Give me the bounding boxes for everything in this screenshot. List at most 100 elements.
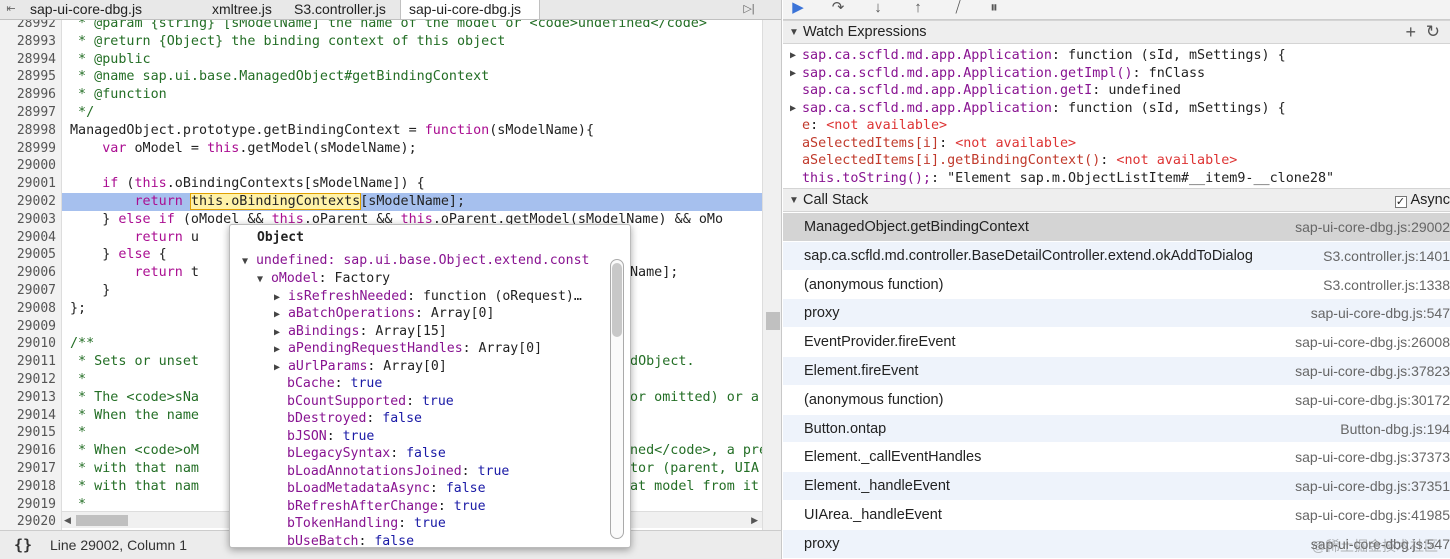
call-frame[interactable]: UIArea._handleEvent sap-ui-core-dbg.js:41…	[783, 501, 1450, 530]
expanded-triangle-icon[interactable]: ▼	[257, 274, 263, 285]
pause-on-exceptions-icon[interactable]: ⏸	[983, 0, 1005, 18]
watch-expression-row[interactable]: ▶ sap.ca.scfld.md.app.Application.getImpl…	[783, 65, 1450, 83]
line-number[interactable]: 29016	[0, 442, 56, 460]
call-frame-location[interactable]: sap-ui-core-dbg.js:29002	[1295, 213, 1450, 242]
popover-property-row[interactable]: bJSON: true	[287, 428, 607, 446]
tab-s3-controller[interactable]: S3.controller.js	[286, 0, 398, 19]
scroll-right-arrow-icon[interactable]: ▶	[751, 515, 758, 526]
line-number[interactable]: 28994	[0, 51, 56, 69]
scrollbar-thumb[interactable]	[766, 312, 780, 330]
line-number[interactable]: 29006	[0, 264, 56, 282]
collapsed-triangle-icon[interactable]: ▶	[274, 344, 280, 355]
popover-property-row[interactable]: ▶ aPendingRequestHandles: Array[0]	[274, 340, 608, 358]
tab-scroll-right-icon[interactable]: ▷|	[740, 1, 758, 18]
call-frame-location[interactable]: S3.controller.js:1401	[1323, 242, 1450, 271]
call-frame-location[interactable]: sap-ui-core-dbg.js:30172	[1295, 386, 1450, 415]
call-frame[interactable]: proxy sap-ui-core-dbg.js:547	[783, 299, 1450, 329]
popover-property-row[interactable]: bLoadMetadataAsync: false	[287, 480, 607, 498]
popover-property-row[interactable]: bTokenHandling: true	[287, 515, 607, 533]
step-into-icon[interactable]: ↓	[867, 0, 889, 18]
popover-scrollbar[interactable]	[610, 259, 624, 539]
line-number[interactable]: 29017	[0, 460, 56, 478]
line-number[interactable]: 29007	[0, 282, 56, 300]
watch-expression-row[interactable]: ▶ sap.ca.scfld.md.app.Application: functi…	[783, 47, 1450, 65]
call-frame[interactable]: sap.ca.scfld.md.controller.BaseDetailCon…	[783, 241, 1450, 271]
line-number[interactable]: 29005	[0, 246, 56, 264]
call-frame[interactable]: ManagedObject.getBindingContext sap-ui-co…	[783, 213, 1450, 242]
line-number[interactable]: 28999	[0, 140, 56, 158]
collapsed-triangle-icon[interactable]: ▶	[790, 100, 796, 118]
watch-expression-row[interactable]: this.toString();: "Element sap.m.ObjectL…	[783, 170, 1450, 188]
refresh-icon[interactable]: ↻	[1426, 22, 1440, 42]
editor-vertical-scrollbar[interactable]	[762, 20, 781, 530]
watch-expression-row[interactable]: aSelectedItems[i]: <not available>	[783, 135, 1450, 153]
popover-property-row[interactable]: bUseBatch: false	[287, 533, 607, 548]
collapsed-triangle-icon[interactable]: ▶	[790, 47, 796, 65]
call-frame-location[interactable]: sap-ui-core-dbg.js:26008	[1295, 328, 1450, 357]
tab-sap-ui-core-dbg[interactable]: sap-ui-core-dbg.js	[22, 0, 200, 19]
popover-property-row[interactable]: bCache: true	[287, 375, 607, 393]
call-frame-location[interactable]: sap-ui-core-dbg.js:37351	[1295, 472, 1450, 501]
call-frame[interactable]: (anonymous function) sap-ui-core-dbg.js:3…	[783, 386, 1450, 415]
call-frame[interactable]: Element._callEventHandles sap-ui-core-dbg…	[783, 443, 1450, 473]
collapsed-triangle-icon[interactable]: ▶	[274, 292, 280, 303]
call-frame[interactable]: EventProvider.fireEvent sap-ui-core-dbg.j…	[783, 328, 1450, 357]
line-number[interactable]: 29014	[0, 407, 56, 425]
call-frame[interactable]: Element.fireEvent sap-ui-core-dbg.js:3782…	[783, 357, 1450, 386]
tab-sap-ui-core-dbg-active[interactable]: sap-ui-core-dbg.js	[400, 0, 540, 19]
line-number[interactable]: 29009	[0, 318, 56, 336]
popover-property-row[interactable]: ▶ aBatchOperations: Array[0]	[274, 305, 608, 323]
popover-property-row[interactable]: bCountSupported: true	[287, 393, 607, 411]
popover-property-row[interactable]: bDestroyed: false	[287, 410, 607, 428]
collapsed-triangle-icon[interactable]: ▶	[790, 65, 796, 83]
call-frame-location[interactable]: sap-ui-core-dbg.js:37373	[1295, 443, 1450, 472]
scrollbar-thumb[interactable]	[76, 515, 128, 526]
line-number[interactable]: 29004	[0, 229, 56, 247]
deactivate-breakpoints-icon[interactable]: ⧸	[947, 0, 969, 18]
scrollbar-thumb[interactable]	[612, 263, 622, 337]
watch-expression-row[interactable]: e: <not available>	[783, 117, 1450, 135]
line-number[interactable]: 28996	[0, 86, 56, 104]
collapsed-triangle-icon[interactable]: ▶	[274, 327, 280, 338]
checkbox-checked-icon[interactable]: ✓	[1394, 196, 1407, 208]
line-number[interactable]: 28998	[0, 122, 56, 140]
watch-expression-row[interactable]: ▶ sap.ca.scfld.md.app.Application: functi…	[783, 100, 1450, 118]
line-number[interactable]: 29012	[0, 371, 56, 389]
line-number[interactable]: 29001	[0, 175, 56, 193]
watch-expression-row[interactable]: sap.ca.scfld.md.app.Application.getI: un…	[783, 82, 1450, 100]
line-number[interactable]: 29018	[0, 478, 56, 496]
call-frame[interactable]: (anonymous function) S3.controller.js:133…	[783, 271, 1450, 300]
resume-icon[interactable]: ▶	[787, 0, 809, 18]
line-number[interactable]: 29002	[0, 193, 56, 211]
line-number[interactable]: 29019	[0, 496, 56, 514]
step-over-icon[interactable]: ↷	[827, 0, 849, 18]
expanded-triangle-icon[interactable]: ▼	[242, 256, 248, 267]
line-number[interactable]: 29011	[0, 353, 56, 371]
line-number[interactable]: 29013	[0, 389, 56, 407]
popover-property-row[interactable]: ▶ isRefreshNeeded: function (oRequest)…	[274, 288, 608, 306]
line-number[interactable]: 28992	[0, 20, 56, 33]
async-checkbox[interactable]: ✓ Async	[1394, 192, 1450, 208]
popover-property-row[interactable]: bRefreshAfterChange: true	[287, 498, 607, 516]
popover-property-row[interactable]: bLegacySyntax: false	[287, 445, 607, 463]
line-number[interactable]: 29003	[0, 211, 56, 229]
line-number[interactable]: 29010	[0, 335, 56, 353]
add-icon[interactable]: +	[1405, 22, 1416, 43]
line-number[interactable]: 29000	[0, 157, 56, 175]
call-stack-header[interactable]: ▼ Call Stack ✓ Async	[783, 188, 1450, 212]
line-number[interactable]: 28997	[0, 104, 56, 122]
line-number[interactable]: 29020	[0, 513, 56, 530]
hovered-expression[interactable]: this.oBindingContexts	[189, 193, 362, 210]
call-frame-location[interactable]: Button-dbg.js:194	[1340, 415, 1450, 444]
call-frame-location[interactable]: S3.controller.js:1338	[1323, 271, 1450, 300]
call-frame-location[interactable]: sap-ui-core-dbg.js:37823	[1295, 357, 1450, 386]
call-frame-location[interactable]: sap-ui-core-dbg.js:41985	[1295, 501, 1450, 530]
call-frame-location[interactable]: sap-ui-core-dbg.js:547	[1311, 299, 1450, 328]
call-frame[interactable]: Element._handleEvent sap-ui-core-dbg.js:3…	[783, 472, 1450, 501]
popover-property-row[interactable]: ▶ aUrlParams: Array[0]	[274, 358, 608, 376]
tab-xmltree[interactable]: xmltree.js	[204, 0, 282, 19]
popover-property-row[interactable]: ▶ aBindings: Array[15]	[274, 323, 608, 341]
line-number[interactable]: 29008	[0, 300, 56, 318]
step-out-icon[interactable]: ↑	[907, 0, 929, 18]
popover-model-row[interactable]: ▼ oModel: Factory	[257, 270, 607, 288]
